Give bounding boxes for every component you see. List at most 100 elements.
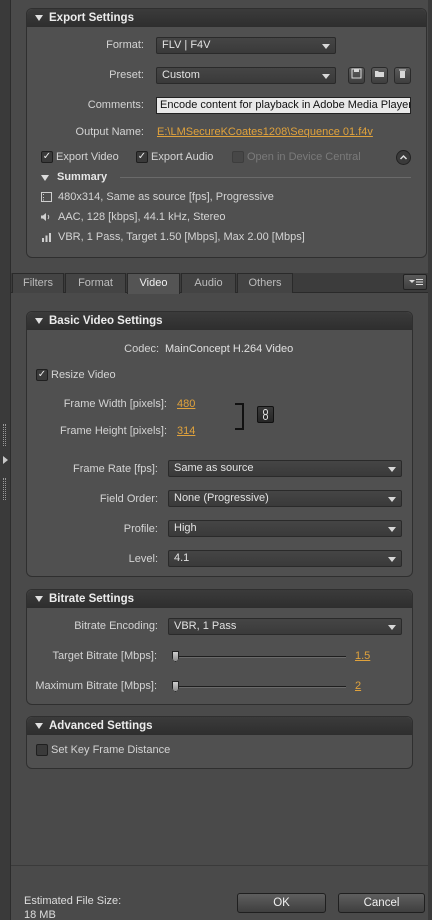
format-value: FLV | F4V	[162, 39, 211, 51]
key-frame-distance-checkbox[interactable]	[36, 744, 48, 756]
level-label: Level:	[128, 553, 158, 565]
tab-format[interactable]: Format	[65, 273, 126, 293]
film-icon	[41, 192, 52, 202]
frame-rate-label: Frame Rate [fps]:	[73, 463, 158, 475]
delete-preset-button[interactable]	[394, 67, 411, 84]
save-preset-button[interactable]	[348, 67, 365, 84]
maximum-bitrate-slider[interactable]	[172, 686, 346, 688]
frame-height-label: Frame Height [pixels]:	[60, 425, 167, 437]
preset-label: Preset:	[109, 69, 144, 81]
chevron-up-icon	[399, 154, 408, 160]
frame-rate-dropdown[interactable]: Same as source	[168, 460, 402, 477]
chevron-down-icon	[322, 44, 330, 49]
import-preset-button[interactable]	[371, 67, 388, 84]
advanced-settings-title: Advanced Settings	[49, 720, 153, 732]
expand-arrow-icon[interactable]	[3, 456, 8, 464]
level-value: 4.1	[174, 552, 190, 564]
export-audio-checkbox[interactable]: ✓	[136, 151, 148, 163]
comments-field[interactable]: Encode content for playback in Adobe Med…	[156, 97, 411, 114]
summary-video-text: 480x314, Same as source [fps], Progressi…	[58, 191, 274, 203]
chevron-down-icon	[388, 625, 396, 630]
chevron-down-icon	[388, 557, 396, 562]
level-dropdown[interactable]: 4.1	[168, 550, 402, 567]
ok-button[interactable]: OK	[237, 893, 326, 913]
tab-video[interactable]: Video	[127, 273, 180, 294]
constrain-proportions-button[interactable]	[257, 406, 274, 423]
bitrate-encoding-label: Bitrate Encoding:	[74, 620, 158, 632]
open-device-central-label: Open in Device Central	[247, 151, 361, 163]
codec-label: Codec:	[124, 343, 159, 355]
right-dock-bar	[428, 0, 432, 920]
estimated-file-size-label: Estimated File Size:	[24, 895, 122, 907]
save-icon	[351, 68, 362, 79]
advanced-settings-panel: Advanced Settings	[26, 716, 413, 769]
collapse-summary-button[interactable]	[396, 150, 411, 165]
key-frame-distance-label: Set Key Frame Distance	[51, 744, 171, 756]
summary-bitrate-text: VBR, 1 Pass, Target 1.50 [Mbps], Max 2.0…	[58, 231, 305, 243]
field-order-label: Field Order:	[99, 493, 158, 505]
profile-value: High	[174, 522, 197, 534]
tab-filters[interactable]: Filters	[12, 273, 64, 293]
resize-grip-icon[interactable]	[3, 478, 6, 500]
chevron-down-icon	[388, 527, 396, 532]
profile-label: Profile:	[123, 523, 158, 535]
speaker-icon	[40, 212, 52, 222]
link-icon	[263, 409, 268, 420]
chevron-down-icon	[322, 74, 330, 79]
content-bottom-edge	[11, 865, 428, 866]
maximum-bitrate-value[interactable]: 2	[355, 680, 361, 692]
chevron-down-icon	[388, 497, 396, 502]
preset-dropdown[interactable]: Custom	[156, 67, 336, 84]
format-dropdown[interactable]: FLV | F4V	[156, 37, 336, 54]
tab-audio[interactable]: Audio	[181, 273, 236, 293]
frame-width-value[interactable]: 480	[177, 398, 195, 410]
basic-video-settings-title: Basic Video Settings	[49, 315, 163, 327]
estimated-file-size-value: 18 MB	[24, 909, 56, 920]
export-settings-title: Export Settings	[49, 12, 134, 24]
resize-video-checkbox[interactable]: ✓	[36, 369, 48, 381]
panel-menu-button[interactable]	[403, 274, 427, 290]
collapse-triangle-icon[interactable]	[35, 596, 43, 602]
bitrate-settings-header[interactable]: Bitrate Settings	[27, 590, 412, 608]
bitrate-settings-title: Bitrate Settings	[49, 593, 134, 605]
trash-icon	[399, 69, 406, 78]
open-device-central-checkbox[interactable]	[232, 151, 244, 163]
collapse-triangle-icon[interactable]	[35, 15, 43, 21]
maximum-bitrate-label: Maximum Bitrate [Mbps]:	[35, 680, 157, 692]
output-name-label: Output Name:	[75, 126, 144, 138]
summary-title: Summary	[57, 171, 108, 183]
resize-video-label: Resize Video	[51, 369, 116, 381]
cancel-button[interactable]: Cancel	[338, 893, 425, 913]
profile-dropdown[interactable]: High	[168, 520, 402, 537]
export-settings-header[interactable]: Export Settings	[27, 9, 426, 27]
target-bitrate-label: Target Bitrate [Mbps]:	[52, 650, 157, 662]
codec-value: MainConcept H.264 Video	[165, 343, 294, 355]
bitrate-encoding-value: VBR, 1 Pass	[174, 620, 237, 632]
chevron-down-icon	[388, 467, 396, 472]
target-bitrate-slider[interactable]	[172, 656, 346, 658]
export-video-label: Export Video	[56, 151, 119, 163]
basic-video-settings-header[interactable]: Basic Video Settings	[27, 312, 412, 330]
summary-toggle-icon[interactable]	[41, 175, 49, 181]
resize-grip-icon[interactable]	[3, 424, 6, 446]
bars-icon	[41, 232, 53, 242]
target-bitrate-value[interactable]: 1.5	[355, 650, 370, 662]
frame-rate-value: Same as source	[174, 462, 254, 474]
summary-audio-text: AAC, 128 [kbps], 44.1 kHz, Stereo	[58, 211, 226, 223]
bitrate-encoding-dropdown[interactable]: VBR, 1 Pass	[168, 618, 402, 635]
advanced-settings-header[interactable]: Advanced Settings	[27, 717, 412, 735]
format-label: Format:	[106, 39, 144, 51]
summary-divider	[120, 177, 411, 178]
collapse-triangle-icon[interactable]	[35, 318, 43, 324]
aspect-bracket	[235, 403, 244, 430]
tab-others[interactable]: Others	[237, 273, 293, 293]
frame-height-value[interactable]: 314	[177, 425, 195, 437]
folder-icon	[375, 71, 384, 77]
collapse-triangle-icon[interactable]	[35, 723, 43, 729]
field-order-value: None (Progressive)	[174, 492, 269, 504]
menu-icon	[409, 279, 423, 285]
field-order-dropdown[interactable]: None (Progressive)	[168, 490, 402, 507]
preset-value: Custom	[162, 69, 200, 81]
export-video-checkbox[interactable]: ✓	[41, 151, 53, 163]
output-name-link[interactable]: E:\LMSecureKCoates1208\Sequence 01.f4v	[157, 126, 373, 138]
